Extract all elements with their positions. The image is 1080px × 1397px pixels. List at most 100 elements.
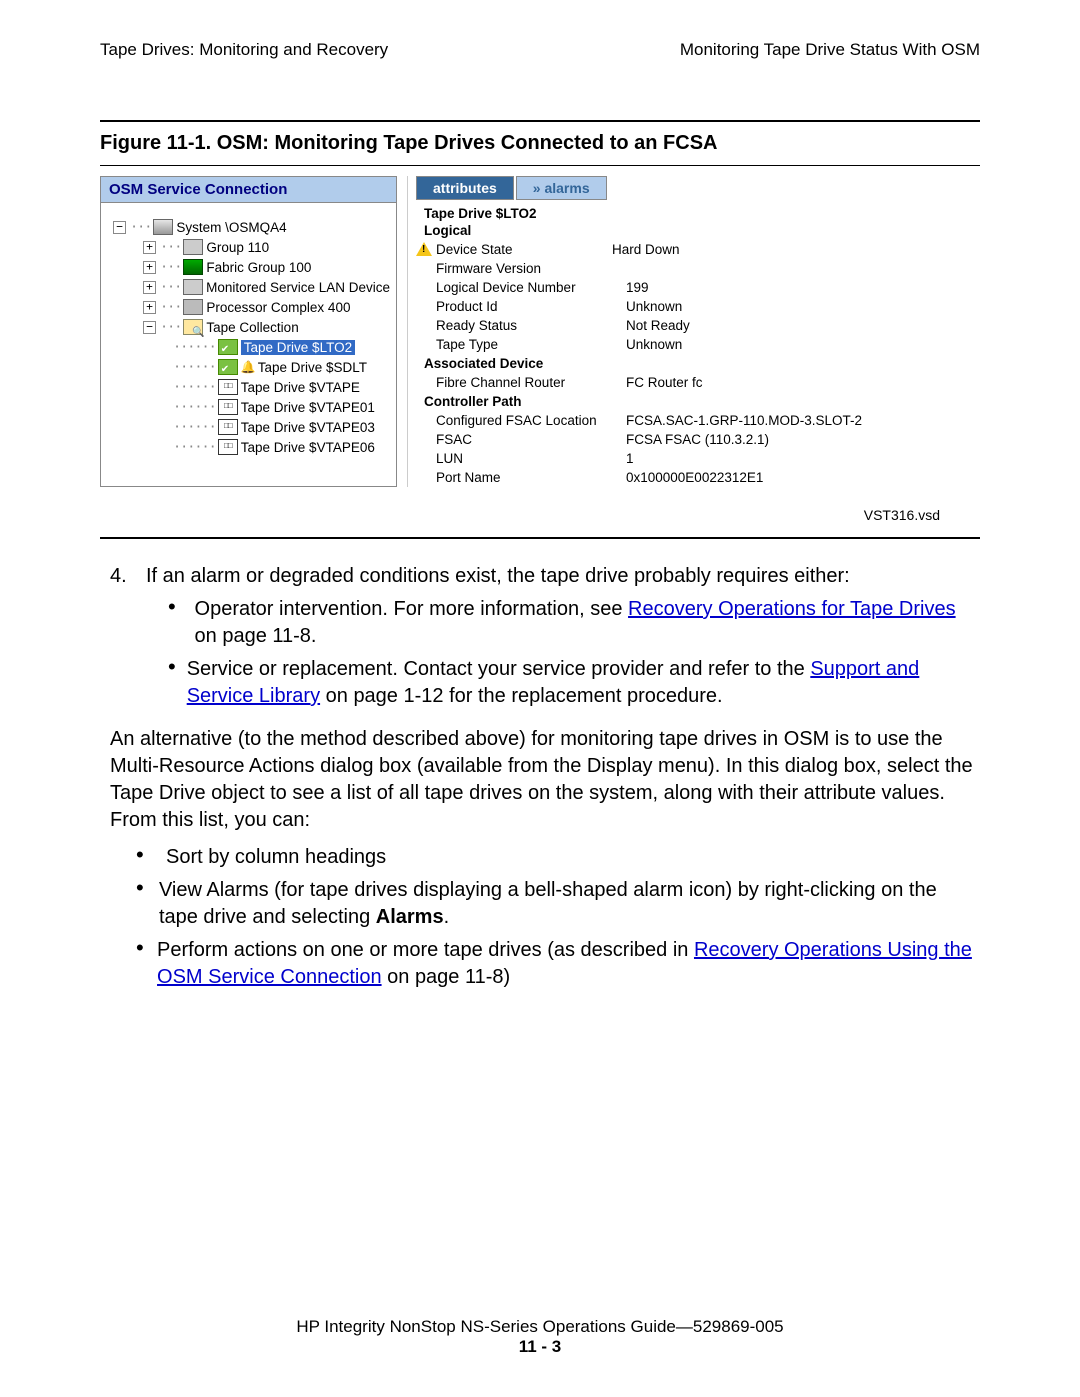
tree-drive-vtape[interactable]: ······ Tape Drive $VTAPE (107, 377, 390, 397)
alt-paragraph: An alternative (to the method described … (100, 726, 980, 834)
attr-lun: LUN 1 (416, 449, 980, 468)
tree-label: Group 110 (206, 240, 269, 255)
bullet-perform-actions: • Perform actions on one or more tape dr… (136, 937, 980, 991)
attr-section-ctrl: Controller Path (416, 392, 980, 411)
attr-label: Configured FSAC Location (436, 413, 626, 428)
tree-lan[interactable]: + ··· Monitored Service LAN Device (107, 277, 390, 297)
tape-alarm-icon (218, 359, 238, 375)
attr-device-state: Device State Hard Down (416, 240, 980, 259)
bullet-text: View Alarms (for tape drives displaying … (159, 877, 980, 931)
tree-label: Tape Drive $VTAPE03 (241, 420, 375, 435)
expand-icon[interactable]: + (143, 261, 156, 274)
attr-ldn: Logical Device Number 199 (416, 278, 980, 297)
attr-label: LUN (436, 451, 626, 466)
tree-label: System \OSMQA4 (176, 220, 286, 235)
attr-value: Unknown (626, 337, 980, 352)
osm-panel-title: OSM Service Connection (101, 177, 396, 203)
attr-section-assoc: Associated Device (416, 354, 980, 373)
text: on page 11-8) (382, 966, 511, 988)
text: Service or replacement. Contact your ser… (187, 658, 811, 680)
figure-source-label: VST316.vsd (100, 487, 980, 523)
tree-drive-sdlt[interactable]: ······ 🔔 Tape Drive $SDLT (107, 357, 390, 377)
tree-label: Processor Complex 400 (206, 300, 350, 315)
bold-text: Alarms (376, 906, 444, 928)
attr-section-logical: Logical (416, 221, 980, 240)
attr-value: FC Router fc (626, 375, 980, 390)
figure-title: Figure 11-1. OSM: Monitoring Tape Drives… (100, 120, 980, 165)
attr-label: Ready Status (436, 318, 626, 333)
attr-label: Fibre Channel Router (436, 375, 626, 390)
bullet-operator-intervention: • Operator intervention. For more inform… (168, 596, 980, 650)
expand-icon[interactable]: + (143, 281, 156, 294)
tree-label: Tape Collection (206, 320, 298, 335)
bullet-icon: • (136, 877, 159, 931)
tree-drive-vtape01[interactable]: ······ Tape Drive $VTAPE01 (107, 397, 390, 417)
bullet-text: Operator intervention. For more informat… (195, 596, 980, 650)
link-recovery-ops-tape[interactable]: Recovery Operations for Tape Drives (628, 598, 956, 620)
footer-line: HP Integrity NonStop NS-Series Operation… (0, 1317, 1080, 1337)
attr-label: Device State (436, 242, 612, 257)
text: View Alarms (for tape drives displaying … (159, 879, 937, 928)
bullet-icon: • (136, 937, 157, 991)
bullet-text: Perform actions on one or more tape driv… (157, 937, 980, 991)
collapse-icon[interactable]: − (143, 321, 156, 334)
attr-value: FCSA.SAC-1.GRP-110.MOD-3.SLOT-2 (626, 413, 980, 428)
text: Operator intervention. For more informat… (195, 598, 629, 620)
text: . (444, 906, 450, 928)
attr-label: Port Name (436, 470, 626, 485)
bullet-view-alarms: • View Alarms (for tape drives displayin… (136, 877, 980, 931)
attr-tape-type: Tape Type Unknown (416, 335, 980, 354)
attr-label: Logical Device Number (436, 280, 626, 295)
attr-label: FSAC (436, 432, 626, 447)
attr-product-id: Product Id Unknown (416, 297, 980, 316)
tab-attributes[interactable]: attributes (416, 176, 514, 200)
attr-label: Tape Type (436, 337, 626, 352)
system-icon (153, 219, 173, 235)
tree-label: Tape Drive $VTAPE06 (241, 440, 375, 455)
tree-collection[interactable]: − ··· Tape Collection (107, 317, 390, 337)
bullet-service-replacement: • Service or replacement. Contact your s… (168, 656, 980, 710)
attr-value: Not Ready (626, 318, 980, 333)
header-right: Monitoring Tape Drive Status With OSM (680, 40, 980, 60)
expand-icon[interactable]: + (143, 301, 156, 314)
tree-proc[interactable]: + ··· Processor Complex 400 (107, 297, 390, 317)
tree-drive-vtape03[interactable]: ······ Tape Drive $VTAPE03 (107, 417, 390, 437)
group-icon (183, 239, 203, 255)
tree-group[interactable]: + ··· Group 110 (107, 237, 390, 257)
header-left: Tape Drives: Monitoring and Recovery (100, 40, 388, 60)
expand-icon[interactable]: + (143, 241, 156, 254)
figure-box: OSM Service Connection − ··· System \OSM… (100, 165, 980, 539)
tree-system[interactable]: − ··· System \OSMQA4 (107, 217, 390, 237)
tree-label-selected: Tape Drive $LTO2 (241, 340, 355, 355)
bullet-icon: • (168, 596, 195, 650)
osm-tree-panel: OSM Service Connection − ··· System \OSM… (100, 176, 397, 487)
attr-label: Product Id (436, 299, 626, 314)
attr-value: FCSA FSAC (110.3.2.1) (626, 432, 980, 447)
fabric-icon (183, 259, 203, 275)
attr-value (626, 261, 980, 276)
tape-alarm-icon (218, 339, 238, 355)
tree-drive-lto2[interactable]: ······ Tape Drive $LTO2 (107, 337, 390, 357)
osm-attr-panel: attributes » alarms Tape Drive $LTO2 Log… (407, 176, 980, 487)
tree-fabric[interactable]: + ··· Fabric Group 100 (107, 257, 390, 277)
collapse-icon[interactable]: − (113, 221, 126, 234)
attr-value: 0x100000E0022312E1 (626, 470, 980, 485)
tape-icon (218, 439, 238, 455)
bullet-text: Sort by column headings (166, 844, 386, 871)
attr-ready-status: Ready Status Not Ready (416, 316, 980, 335)
warning-icon (416, 242, 432, 256)
tree-drive-vtape06[interactable]: ······ Tape Drive $VTAPE06 (107, 437, 390, 457)
attr-fsac: FSAC FCSA FSAC (110.3.2.1) (416, 430, 980, 449)
attr-label: Firmware Version (436, 261, 626, 276)
attr-value: 1 (626, 451, 980, 466)
list-item-4: 4. If an alarm or degraded conditions ex… (100, 563, 980, 590)
attr-fcr: Fibre Channel Router FC Router fc (416, 373, 980, 392)
tab-alarms[interactable]: » alarms (516, 176, 607, 200)
attr-firmware: Firmware Version (416, 259, 980, 278)
tree-label: Tape Drive $VTAPE (241, 380, 360, 395)
tape-icon (218, 379, 238, 395)
tape-icon (218, 419, 238, 435)
bell-icon: 🔔 (241, 360, 256, 374)
bullet-text: Service or replacement. Contact your ser… (187, 656, 980, 710)
tree-label: Monitored Service LAN Device (206, 280, 390, 295)
